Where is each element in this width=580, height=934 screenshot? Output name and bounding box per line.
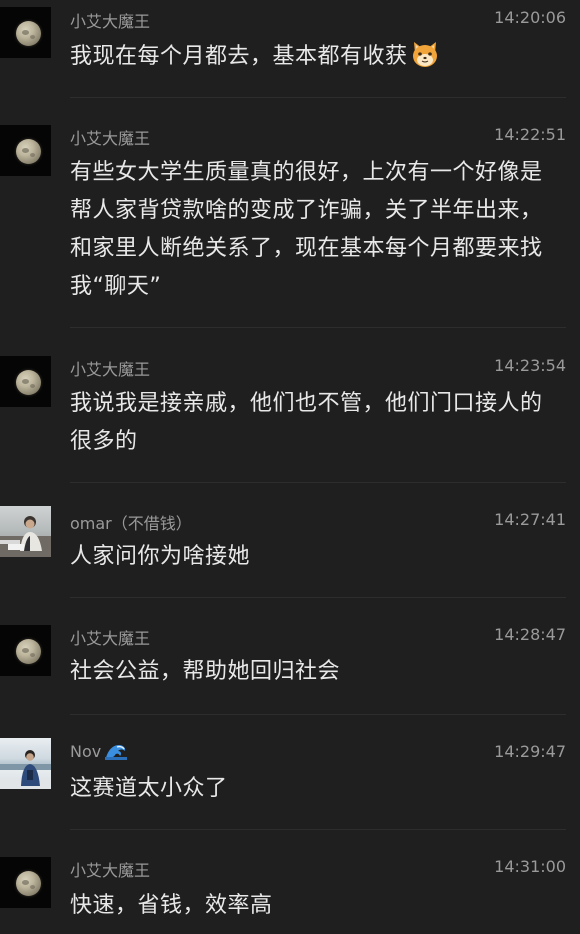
message-time: 14:22:51 xyxy=(494,125,566,144)
message-text[interactable]: 快速，省钱，效率高 xyxy=(70,887,550,925)
message-time: 14:20:06 xyxy=(494,8,566,27)
message-divider xyxy=(70,97,566,98)
avatar[interactable] xyxy=(0,857,51,908)
message-time: 14:23:54 xyxy=(494,356,566,375)
message-time: 14:27:41 xyxy=(494,510,566,529)
avatar[interactable] xyxy=(0,356,51,407)
message-text[interactable]: 我现在每个月都去，基本都有收获 xyxy=(70,38,550,76)
message-divider xyxy=(70,597,566,598)
avatar[interactable] xyxy=(0,506,51,557)
wave-icon xyxy=(105,745,128,760)
message-text[interactable]: 我说我是接亲戚，他们也不管，他们门口接人的很多的 xyxy=(70,385,550,461)
cat-face-emoji-icon xyxy=(412,42,437,67)
message-divider xyxy=(70,714,566,715)
avatar[interactable] xyxy=(0,125,51,176)
message-text[interactable]: 有些女大学生质量真的很好，上次有一个好像是帮人家背贷款啥的变成了诈骗，关了半年出… xyxy=(70,154,550,306)
message-text[interactable]: 这赛道太小众了 xyxy=(70,770,550,808)
sender-name[interactable]: 小艾大魔王 xyxy=(70,857,150,881)
person-photo-icon xyxy=(0,750,51,789)
sender-name[interactable]: Nov xyxy=(70,742,128,761)
message-divider xyxy=(70,482,566,483)
message-text[interactable]: 社会公益，帮助她回归社会 xyxy=(70,653,550,691)
sender-name[interactable]: 小艾大魔王 xyxy=(70,625,150,649)
message-divider xyxy=(70,829,566,830)
sender-name[interactable]: omar（不借钱） xyxy=(70,510,192,534)
moon-icon xyxy=(16,21,41,46)
chat-message-list[interactable]: 小艾大魔王 14:20:06 我现在每个月都去，基本都有收获 小艾大魔王 14:… xyxy=(0,0,580,934)
message-divider xyxy=(70,327,566,328)
message-text-content: 我现在每个月都去，基本都有收获 xyxy=(70,44,408,69)
sender-name-text: Nov xyxy=(70,742,102,761)
message-time: 14:31:00 xyxy=(494,857,566,876)
avatar[interactable] xyxy=(0,625,51,676)
avatar[interactable] xyxy=(0,7,51,58)
moon-icon xyxy=(16,639,41,664)
message-time: 14:28:47 xyxy=(494,625,566,644)
sender-name[interactable]: 小艾大魔王 xyxy=(70,8,150,32)
message-text[interactable]: 人家问你为啥接她 xyxy=(70,538,550,576)
avatar[interactable] xyxy=(0,738,51,789)
moon-icon xyxy=(16,871,41,896)
person-photo-icon xyxy=(0,516,51,557)
message-time: 14:29:47 xyxy=(494,742,566,761)
sender-name[interactable]: 小艾大魔王 xyxy=(70,125,150,149)
moon-icon xyxy=(16,139,41,164)
sender-name[interactable]: 小艾大魔王 xyxy=(70,356,150,380)
moon-icon xyxy=(16,370,41,395)
